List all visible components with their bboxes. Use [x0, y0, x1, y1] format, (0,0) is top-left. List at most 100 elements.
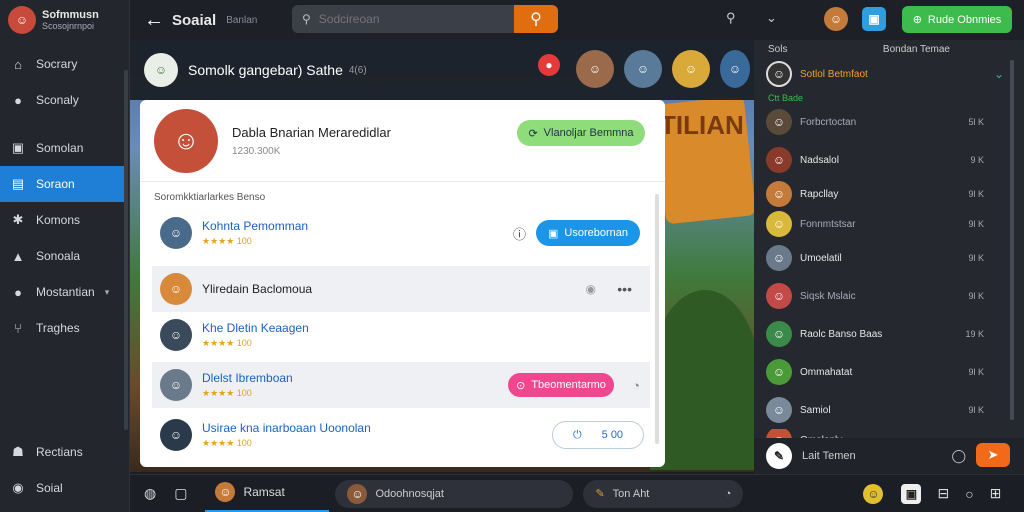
friend-name: Forbcrtoctan — [800, 116, 857, 128]
more-icon[interactable]: ••• — [617, 281, 632, 297]
friends-header-right: Bondan Temae — [882, 44, 950, 55]
avatar: ☺ — [347, 483, 368, 504]
sidebar-item-globe[interactable]: ◉ Soial — [0, 470, 124, 506]
group-label: Ctt Bade — [768, 93, 804, 103]
friends-header: Sols Bondan Temae — [754, 40, 1024, 59]
chevron-down-icon[interactable]: ⌄ — [994, 67, 1004, 81]
chat-input[interactable]: Lait Temen — [802, 450, 856, 462]
rude-button[interactable]: ⊕ Rude Obnmies — [902, 6, 1012, 33]
section-label: Soromkktiarlarkes Benso — [154, 192, 266, 203]
friend-value: 9l K — [968, 291, 984, 301]
game-count: 4(6) — [348, 64, 367, 76]
card-meta: 1230.300K — [232, 145, 281, 157]
square-icon[interactable]: ▢ — [174, 485, 187, 502]
friend-row[interactable]: ☺ Ommahatat 9l K — [754, 353, 1024, 391]
sidebar-item-branch[interactable]: ⑂ Traghes — [0, 310, 129, 346]
chat-input-bar: ✎ Lait Temen ◯ ➤ — [754, 438, 1024, 474]
power-icon: ⏻ — [572, 428, 582, 441]
card-scrollbar[interactable] — [655, 194, 659, 444]
sidebar-item-person[interactable]: ▲ Sonoala — [0, 238, 129, 274]
friend-value: 9l K — [968, 219, 984, 229]
game-icon[interactable]: ▣ — [901, 483, 922, 504]
chat-bubble-icon[interactable]: ◯ — [951, 448, 966, 464]
avatar[interactable]: ☺ — [824, 7, 848, 31]
avatar: ☺ — [766, 147, 792, 173]
sidebar-item-location[interactable]: ● Sconaly — [0, 82, 129, 118]
leaf-icon[interactable]: ◍ — [144, 485, 156, 502]
row-action-button[interactable]: ▣ Usorebornan — [536, 220, 640, 246]
camera-icon[interactable]: ▣ — [862, 7, 886, 31]
friend-value: 9l K — [968, 189, 984, 199]
primary-action-button[interactable]: ⟳ Vlanoljar Bemmna — [517, 120, 645, 146]
avatar: ☺ — [766, 109, 792, 135]
avatar[interactable]: ☺ — [144, 53, 178, 87]
avatar[interactable]: ☺ — [720, 50, 750, 88]
avatar: ☺ — [766, 211, 792, 237]
sidebar-nav: ⌂ Socrary ● Sconaly ▣ Somolan ▤ Soraon ✱… — [0, 46, 129, 346]
friend-row[interactable]: ☺ Samiol 9l K — [754, 391, 1024, 429]
sidebar-item-label: Soial — [36, 481, 63, 495]
sidebar-item-chat[interactable]: ▤ Soraon — [0, 166, 124, 202]
avatar[interactable]: ☺ — [672, 50, 710, 88]
info-icon[interactable]: ◔ — [632, 378, 640, 393]
edit-icon[interactable]: ✎ — [766, 443, 792, 469]
sidebar-item-gear[interactable]: ✱ Komons — [0, 202, 129, 238]
tab-odoohnosqjat[interactable]: ☺ Odoohnosqjat — [335, 479, 574, 508]
tab-ton-aht[interactable]: ✎ Ton Aht ◔ — [583, 479, 744, 508]
gear-icon: ✱ — [12, 212, 24, 227]
list-item[interactable]: ☺ Usirae kna inarboaan Uoonolan ★★★★ 100… — [152, 412, 650, 458]
search-button[interactable]: ⚲ — [514, 5, 558, 33]
friend-row[interactable]: ☺ Raolc Banso Baas 19 K — [754, 315, 1024, 353]
friend-row[interactable]: ☺ Umoelatil 9l K — [754, 239, 1024, 277]
back-arrow-icon[interactable]: ← — [144, 9, 164, 32]
right-top-bar: ⌄ ☺ ▣ ⊕ Rude Obnmies — [754, 0, 1024, 40]
friend-row[interactable]: ☺ Rapcllay 9l K — [754, 179, 1024, 209]
friend-row[interactable]: ☺ Nadsalol 9 K — [754, 141, 1024, 179]
chevron-down-icon[interactable]: ⌄ — [766, 10, 777, 26]
page-subtitle: Banlan — [226, 14, 258, 26]
avatar[interactable]: ☺ — [624, 50, 662, 88]
user-profile[interactable]: ☺ Sofmmusn Scosojnrnpoi — [0, 0, 129, 40]
sidebar-item-group[interactable]: ☗ Rectians — [0, 434, 124, 470]
search-input[interactable] — [318, 12, 509, 26]
avatar: ☺ — [160, 419, 192, 451]
list-item[interactable]: ☺ Dlelst Ibremboan ★★★★ 100 ⊙ Tbeomentar… — [152, 362, 650, 408]
left-sidebar: ☺ Sofmmusn Scosojnrnpoi ⌂ Socrary ● Scon… — [0, 0, 130, 512]
grid-icon[interactable]: ⊞ — [990, 485, 1002, 502]
friend-row[interactable]: ☺ Siqsk Mslaic 9l K — [754, 277, 1024, 315]
circle-icon[interactable]: ○ — [965, 486, 973, 502]
friend-row[interactable]: ☺ Fonnmtstsar 9l K — [754, 209, 1024, 239]
send-button[interactable]: ➤ — [976, 443, 1010, 467]
search-icon[interactable]: ⚲ — [726, 10, 736, 26]
avatar: ☺ — [766, 283, 792, 309]
list-item[interactable]: ☺ Kohnta Pemomman ★★★★ 100 ⓘ ▣ Usoreborn… — [152, 210, 650, 256]
avatar[interactable]: ● — [538, 54, 560, 76]
tool-icon[interactable]: ⊟ — [937, 485, 949, 502]
sidebar-item-label: Rectians — [36, 445, 83, 459]
sidebar-item-home[interactable]: ⌂ Socrary — [0, 46, 129, 82]
smile-icon[interactable]: ☺ — [863, 483, 884, 504]
friends-list: ☺ Forbcrtoctan 5l K ☺ Nadsalol 9 K ☺ Rapcllay… — [754, 103, 1024, 451]
list-item[interactable]: ☺ Yliredain Baclomoua ◉ ••• — [152, 266, 650, 312]
person-icon: ▲ — [11, 248, 25, 264]
rating-stars: ★★★★ 100 — [202, 388, 252, 398]
sidebar-item-square[interactable]: ▣ Somolan — [0, 130, 129, 166]
info-icon[interactable]: ⓘ — [513, 224, 526, 243]
friend-name: Umoelatil — [800, 252, 842, 264]
selected-friend[interactable]: ☺ Sotlol Betmfaot ⌄ — [754, 59, 1024, 89]
branch-icon: ⑂ — [14, 320, 22, 336]
friends-scrollbar[interactable] — [1010, 60, 1014, 420]
sidebar-scrollbar[interactable] — [124, 70, 128, 430]
friend-row[interactable]: ☺ Forbcrtoctan 5l K — [754, 103, 1024, 141]
avatar: ☺ — [154, 108, 218, 173]
tab-label: Odoohnosqjat — [375, 487, 444, 500]
sidebar-item-pin[interactable]: ● Mostantian ▾ — [0, 274, 129, 310]
row-action-button[interactable]: ⊙ Tbeomentarmo — [508, 373, 614, 397]
avatar[interactable]: ☺ — [576, 50, 614, 88]
search-icon: ⚲ — [302, 12, 311, 26]
info-icon[interactable]: ◉ — [586, 282, 596, 296]
tab-ramsat[interactable]: ☺ Ramsat — [205, 475, 330, 512]
primary-action-label: Vlanoljar Bemmna — [543, 127, 634, 139]
list-item[interactable]: ☺ Khe Dletin Keaagen ★★★★ 100 — [152, 312, 650, 358]
row-action-button[interactable]: ⏻ 5 00 — [552, 421, 644, 449]
